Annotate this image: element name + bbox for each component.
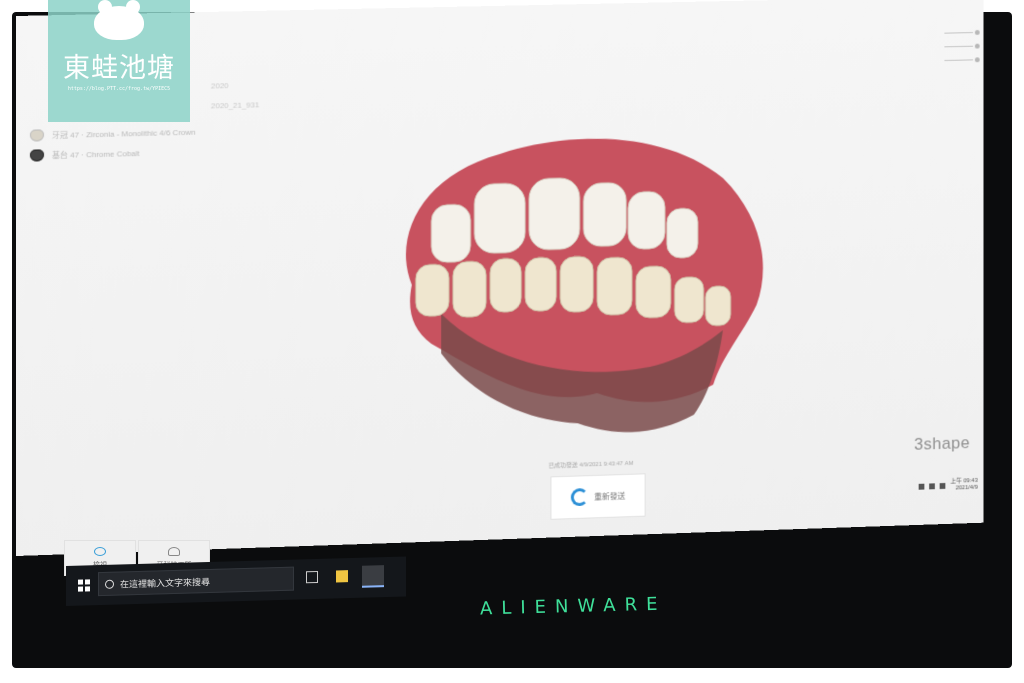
view-tool[interactable] — [944, 52, 979, 66]
dental-scan-3d-view[interactable] — [373, 108, 781, 455]
faint-info-line: 2020_21_931 — [211, 100, 259, 110]
search-icon — [105, 579, 114, 588]
resend-button[interactable]: 重新發送 — [550, 473, 645, 520]
blog-watermark: 東蛙池塘 https://blog.PTT.cc/frog.tw/YPIEC5 — [48, 0, 190, 122]
taskbar-search-input[interactable]: 在這裡輸入文字來搜尋 — [98, 567, 294, 596]
eye-icon — [94, 547, 106, 556]
abutment-icon — [30, 149, 44, 161]
slider-dot-icon — [975, 43, 980, 48]
taskbar-clock[interactable]: 上午 09:43 2021/4/9 — [950, 478, 977, 493]
network-icon[interactable] — [919, 484, 925, 490]
active-app-icon[interactable] — [362, 565, 384, 588]
order-list: 牙冠 47 · Zirconia - Monolithic 4/6 Crown … — [30, 122, 196, 166]
tooth-icon — [30, 129, 44, 141]
clock-date: 2021/4/9 — [950, 485, 977, 493]
watermark-title: 東蛙池塘 — [48, 46, 190, 85]
faint-info-line: 2020 — [211, 81, 229, 90]
frog-logo-icon — [94, 6, 144, 40]
volume-icon[interactable] — [929, 483, 935, 489]
system-tray: 上午 09:43 2021/4/9 — [919, 478, 978, 494]
view-tool[interactable] — [944, 39, 979, 53]
refresh-icon — [571, 488, 588, 506]
slider-dot-icon — [975, 29, 980, 34]
resend-button-label: 重新發送 — [594, 490, 625, 502]
order-item-label: 基台 47 · Chrome Cobalt — [52, 147, 140, 160]
watermark-url: https://blog.PTT.cc/frog.tw/YPIEC5 — [48, 86, 190, 92]
file-explorer-icon[interactable] — [336, 570, 348, 582]
order-item-abutment[interactable]: 基台 47 · Chrome Cobalt — [30, 142, 196, 166]
windows-start-icon[interactable] — [78, 579, 90, 591]
send-timestamp: 已成功發送 4/9/2021 9:43:47 AM — [549, 458, 634, 470]
slider-dot-icon — [975, 57, 980, 62]
search-placeholder: 在這裡輸入文字來搜尋 — [120, 574, 210, 590]
view-tools — [944, 25, 979, 67]
view-tool[interactable] — [944, 25, 979, 39]
task-view-icon[interactable] — [306, 571, 318, 583]
brand-logo: 3shape — [914, 433, 970, 454]
person-icon — [168, 547, 180, 556]
notification-icon[interactable] — [940, 483, 946, 489]
order-item-label: 牙冠 47 · Zirconia - Monolithic 4/6 Crown — [52, 126, 196, 140]
